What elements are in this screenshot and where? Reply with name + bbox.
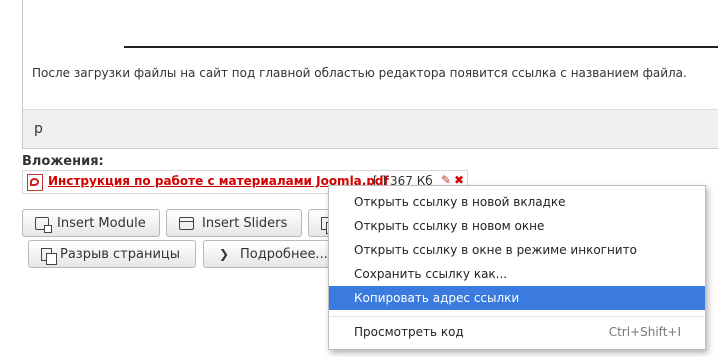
insert-module-button[interactable]: Insert Module xyxy=(22,209,160,237)
page-break-icon xyxy=(41,247,57,265)
menu-item-save-link-as[interactable]: Сохранить ссылку как... xyxy=(329,262,705,286)
page-break-label: Разрыв страницы xyxy=(60,246,181,262)
sliders-icon xyxy=(179,216,194,230)
context-menu: Открыть ссылку в новой вкладке Открыть с… xyxy=(328,185,706,350)
read-more-button[interactable]: ❯ Подробнее... xyxy=(203,240,333,268)
insert-module-label: Insert Module xyxy=(57,215,146,231)
menu-item-inspect[interactable]: Просмотреть код Ctrl+Shift+I xyxy=(329,320,705,344)
element-path[interactable]: p xyxy=(34,121,43,137)
editor-area[interactable]: После загрузки файлы на сайт под главной… xyxy=(22,0,718,149)
page-break-button[interactable]: Разрыв страницы xyxy=(28,240,196,268)
attachments-label: Вложения: xyxy=(22,154,104,169)
menu-item-open-incognito[interactable]: Открыть ссылку в окне в режиме инкогнито xyxy=(329,238,705,262)
menu-item-inspect-label: Просмотреть код xyxy=(354,325,464,339)
module-icon xyxy=(35,216,52,233)
menu-item-open-new-tab[interactable]: Открыть ссылку в новой вкладке xyxy=(329,190,705,214)
read-more-label: Подробнее... xyxy=(240,246,328,262)
insert-sliders-button[interactable]: Insert Sliders xyxy=(166,209,302,237)
pdf-icon xyxy=(27,174,43,191)
editor-statusbar: p xyxy=(23,109,718,148)
menu-separator xyxy=(330,316,704,317)
chevron-down-icon: ❯ xyxy=(218,247,230,261)
insert-sliders-label: Insert Sliders xyxy=(202,215,288,231)
editor-paragraph[interactable]: После загрузки файлы на сайт под главной… xyxy=(32,66,687,80)
menu-item-copy-link-address[interactable]: Копировать адрес ссылки xyxy=(329,286,705,310)
horizontal-rule xyxy=(124,46,718,48)
menu-item-open-new-window[interactable]: Открыть ссылку в новом окне xyxy=(329,214,705,238)
menu-item-inspect-shortcut: Ctrl+Shift+I xyxy=(608,325,681,339)
